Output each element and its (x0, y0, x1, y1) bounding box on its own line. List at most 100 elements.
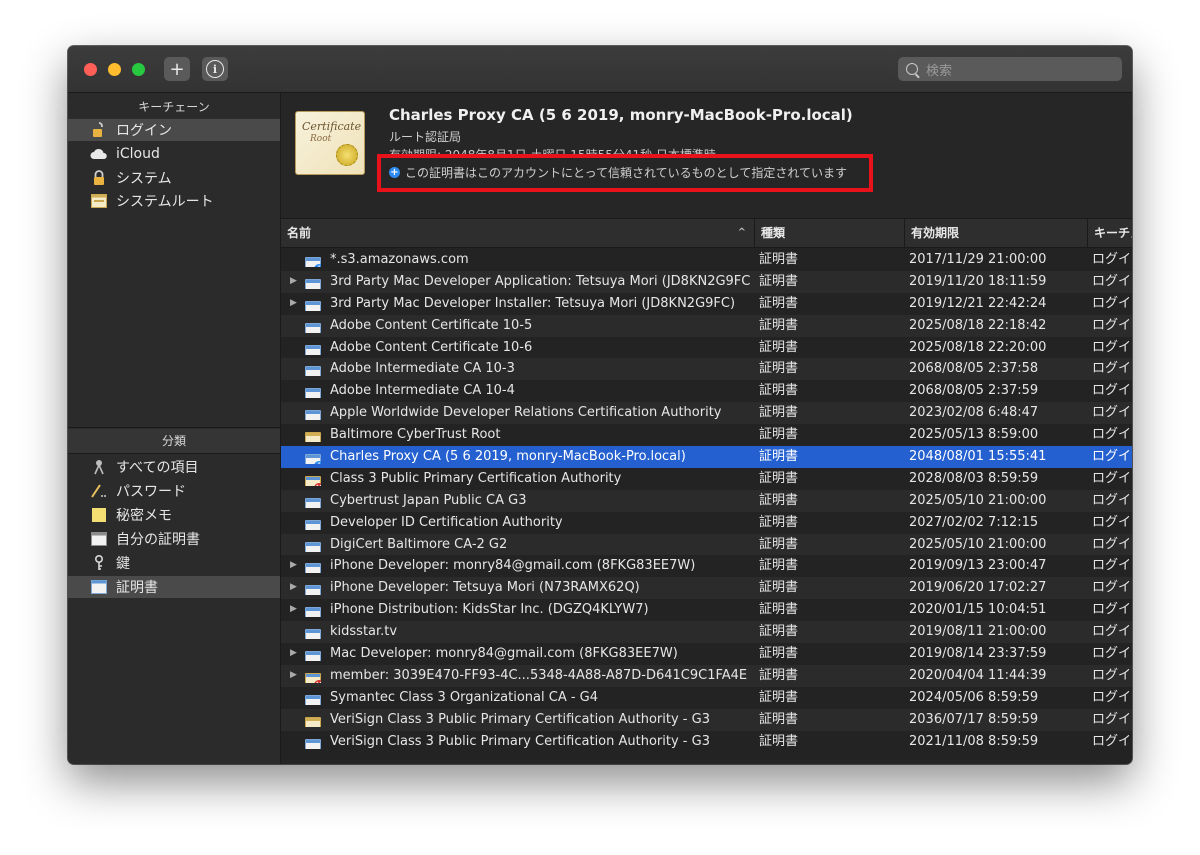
certificate-row-icon-wrap (305, 647, 321, 662)
cell-name: Apple Worldwide Developer Relations Cert… (330, 405, 722, 421)
add-item-button[interactable]: + (164, 57, 190, 81)
cell-keychain: ログイン (1092, 252, 1132, 267)
table-row[interactable]: Developer ID Certification Authority 証明書 2… (281, 512, 1132, 534)
cell-keychain: ログイン (1092, 580, 1132, 596)
disclosure-triangle-icon (290, 490, 302, 512)
table-row[interactable]: Adobe Content Certificate 10-5 証明書 2025/08… (281, 314, 1132, 337)
get-info-button[interactable]: i (202, 57, 228, 81)
certificate-image-subtext: Root (310, 134, 332, 144)
sidebar-item-my-certificates[interactable]: 自分の証明書 (68, 528, 280, 550)
disclosure-triangle-icon (290, 687, 302, 709)
table-row[interactable]: Class 3 Public Primary Certification Aut… (281, 468, 1132, 490)
cell-name: Mac Developer: monry84@gmail.com (8FKG83… (330, 646, 678, 662)
minimize-button[interactable] (108, 63, 121, 76)
certificate-row-icon-wrap (305, 472, 321, 486)
sidebar-item-keys[interactable]: 鍵 (68, 552, 280, 574)
certificate-row-icon-wrap (305, 603, 321, 618)
column-header-keychain[interactable]: キーチェーン (1087, 219, 1132, 247)
cell-kind: 証明書 (759, 536, 799, 552)
keychain-header: キーチェーン (138, 100, 210, 114)
sidebar-item-certificates[interactable]: 証明書 (68, 576, 280, 598)
all-items-icon (90, 459, 108, 475)
table-row[interactable]: Baltimore CyberTrust Root 証明書 2025/05/13 8… (281, 424, 1132, 446)
certificate-icon (305, 694, 321, 705)
cell-kind: 証明書 (759, 339, 799, 355)
sidebar-item-secure-notes[interactable]: 秘密メモ (68, 504, 280, 526)
disclosure-triangle-icon[interactable]: ▶ (290, 555, 302, 577)
zoom-button[interactable] (132, 63, 145, 76)
cell-expires: 2048/08/01 15:55:41 (909, 449, 1047, 465)
cell-name: Adobe Intermediate CA 10-4 (330, 383, 515, 399)
table-row[interactable]: Cybertrust Japan Public CA G3 証明書 2025/05/… (281, 489, 1132, 512)
certificate-row-icon-wrap (305, 428, 321, 443)
cell-keychain: ログイン (1092, 558, 1132, 574)
table-row[interactable]: VeriSign Class 3 Public Primary Certific… (281, 731, 1132, 753)
cell-kind: 証明書 (759, 602, 799, 618)
table-row[interactable]: Adobe Intermediate CA 10-4 証明書 2068/08/05 … (281, 380, 1132, 402)
table-row[interactable]: kidsstar.tv 証明書 2019/08/11 21:00:00 ログイン (281, 621, 1132, 644)
sidebar-item-login[interactable]: ログイン (68, 119, 280, 141)
column-header-name[interactable]: 名前 ^ (281, 219, 754, 247)
table-row[interactable]: Adobe Content Certificate 10-6 証明書 2025/08… (281, 337, 1132, 359)
cell-kind: 証明書 (759, 558, 799, 574)
sidebar-item-passwords[interactable]: パスワード (68, 480, 280, 502)
certificate-icon (305, 607, 321, 618)
cell-keychain: ログイン (1092, 339, 1132, 355)
disclosure-triangle-icon (290, 337, 302, 359)
table-row[interactable]: *.s3.amazonaws.com 証明書 2017/11/29 21:00:00… (281, 249, 1132, 271)
table-row[interactable]: DigiCert Baltimore CA-2 G2 証明書 2025/05/10 … (281, 533, 1132, 556)
table-row[interactable]: Apple Worldwide Developer Relations Cert… (281, 402, 1132, 425)
table-row[interactable]: ▶ iPhone Developer: monry84@gmail.com (8F… (281, 555, 1132, 577)
certificate-icon (305, 651, 321, 662)
info-icon: i (206, 60, 224, 78)
disclosure-triangle-icon[interactable]: ▶ (290, 271, 302, 293)
sidebar-item-label: システム (116, 171, 172, 187)
certificate-icon (305, 257, 321, 267)
disclosure-triangle-icon (290, 402, 302, 424)
table-row[interactable]: ▶ Mac Developer: monry84@gmail.com (8FKG8… (281, 643, 1132, 665)
table-row[interactable]: VeriSign Class 3 Public Primary Certific… (281, 708, 1132, 731)
disclosure-triangle-icon[interactable]: ▶ (290, 643, 302, 665)
column-header-expires[interactable]: 有効期限 (904, 219, 1087, 247)
certificate-icon (305, 738, 321, 749)
cell-kind: 証明書 (759, 733, 799, 749)
sidebar-item-label: すべての項目 (116, 460, 199, 476)
table-row[interactable]: ▶ iPhone Distribution: KidsStar Inc. (DGZ… (281, 599, 1132, 621)
disclosure-triangle-icon[interactable]: ▶ (290, 577, 302, 599)
column-header-kind[interactable]: 種類 (754, 219, 904, 247)
certificate-detail-panel: Certificate Root Charles Proxy CA (5 6 2… (281, 93, 1132, 219)
padlock-icon (90, 170, 108, 186)
certificate-title: Charles Proxy CA (5 6 2019, monry-MacBoo… (389, 106, 853, 124)
cell-name: Developer ID Certification Authority (330, 514, 563, 530)
table-row[interactable]: ▶ 3rd Party Mac Developer Application: Te… (281, 270, 1132, 293)
search-field[interactable]: 検索 (898, 57, 1122, 81)
certificate-image-text: Certificate (302, 120, 362, 133)
cabinet-icon (90, 193, 108, 209)
pencil-icon (90, 483, 108, 499)
certificate-icon (305, 432, 321, 443)
disclosure-triangle-icon (290, 424, 302, 446)
cell-expires: 2036/07/17 8:59:59 (909, 711, 1039, 727)
sidebar-item-system-roots[interactable]: システムルート (68, 190, 280, 212)
cell-expires: 2025/05/13 8:59:00 (909, 427, 1039, 443)
disclosure-triangle-icon[interactable]: ▶ (290, 599, 302, 621)
table-row[interactable]: Symantec Class 3 Organizational CA - G4 証… (281, 687, 1132, 709)
sidebar-item-icloud[interactable]: iCloud (68, 143, 280, 165)
table-row[interactable]: ▶ 3rd Party Mac Developer Installer: Tets… (281, 293, 1132, 315)
key-icon (90, 555, 108, 571)
table-row[interactable]: Adobe Intermediate CA 10-3 証明書 2068/08/05 … (281, 358, 1132, 381)
cell-name: iPhone Distribution: KidsStar Inc. (DGZQ… (330, 602, 649, 618)
table-row[interactable]: ▶ member: 3039E470-FF93-4C...5348-4A88-A8… (281, 664, 1132, 687)
disclosure-triangle-icon[interactable]: ▶ (290, 665, 302, 687)
cell-keychain: ログイン (1092, 405, 1132, 421)
close-button[interactable] (84, 63, 97, 76)
disclosure-triangle-icon[interactable]: ▶ (290, 293, 302, 315)
table-row[interactable]: ▶ iPhone Developer: Tetsuya Mori (N73RAMX… (281, 577, 1132, 600)
cell-expires: 2017/11/29 21:00:00 (909, 252, 1047, 267)
certificate-row-icon-wrap (305, 275, 321, 289)
sidebar-item-system[interactable]: システム (68, 167, 280, 189)
table-row[interactable]: Charles Proxy CA (5 6 2019, monry-MacBoo… (281, 446, 1132, 468)
sidebar-item-all-items[interactable]: すべての項目 (68, 456, 280, 478)
sidebar-item-label: 証明書 (116, 580, 158, 596)
cell-expires: 2019/12/21 22:42:24 (909, 295, 1047, 311)
